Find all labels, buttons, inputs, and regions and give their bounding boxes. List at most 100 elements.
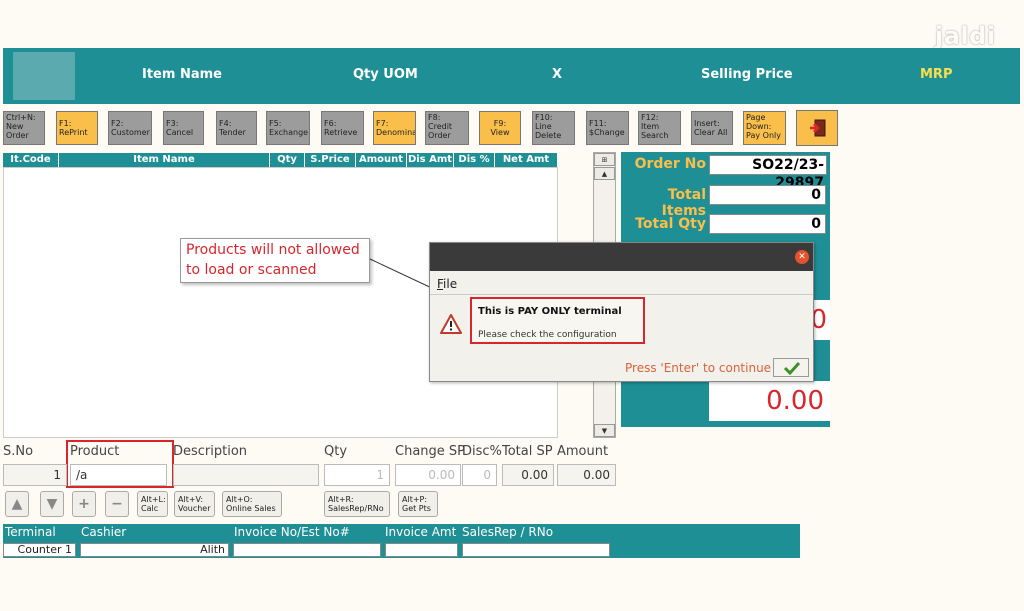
- move-down-icon[interactable]: ▼: [40, 491, 64, 517]
- key-label: Retrieve: [324, 128, 358, 137]
- col-s-price: S.Price: [305, 153, 356, 167]
- line-delete-button[interactable]: F10: Line Delete: [532, 111, 575, 145]
- key-label: Order: [428, 131, 451, 140]
- voucher-button[interactable]: Alt+V: Voucher: [174, 491, 215, 517]
- col-dis-pct: Dis %: [454, 153, 495, 167]
- btn-label: Alt+O:: [226, 495, 253, 504]
- menu-file-rest: ile: [443, 277, 458, 291]
- description-label: Description: [173, 444, 248, 459]
- qty-input[interactable]: 1: [324, 464, 390, 486]
- check-icon: [783, 361, 801, 375]
- key-label: Pay Only: [746, 131, 781, 140]
- col-amount: Amount: [356, 153, 407, 167]
- key-label: Line: [535, 122, 552, 131]
- ok-button[interactable]: [773, 358, 809, 377]
- disc-input[interactable]: 0: [462, 464, 497, 486]
- key-label: F11:: [589, 119, 607, 128]
- move-up-icon[interactable]: ▲: [5, 491, 29, 517]
- key-label: F9:: [493, 119, 507, 128]
- close-icon[interactable]: ✕: [795, 250, 809, 264]
- exchange-button[interactable]: F5: Exchange: [266, 111, 310, 145]
- description-field[interactable]: [173, 464, 319, 486]
- btn-label: Alt+L:: [141, 495, 166, 504]
- key-label: Insert:: [694, 119, 720, 128]
- key-label: New: [6, 122, 24, 131]
- get-points-button[interactable]: Alt+P: Get Pts: [398, 491, 438, 517]
- key-label: Down:: [746, 122, 772, 131]
- denomination-button[interactable]: F7: Denomina: [373, 111, 416, 145]
- btn-label: Get Pts: [402, 504, 431, 513]
- btn-label: Alt+R:: [328, 495, 354, 504]
- key-label: Order: [6, 131, 29, 140]
- key-label: RePrint: [59, 128, 88, 137]
- invoice-value: [233, 543, 381, 557]
- total-items-value: 0: [709, 185, 826, 205]
- pay-only-dialog: ✕ File This is PAY ONLY terminal Please …: [429, 242, 814, 382]
- online-sales-button[interactable]: Alt+O: Online Sales: [222, 491, 282, 517]
- cashier-label: Cashier: [81, 525, 127, 539]
- item-search-button[interactable]: F12: Item Search: [638, 111, 681, 145]
- sno-field: 1: [3, 464, 67, 486]
- scroll-down-icon[interactable]: ▼: [594, 424, 615, 437]
- customer-button[interactable]: F2: Customer: [108, 111, 152, 145]
- header-x: X: [552, 67, 563, 82]
- total-items-label: Total Items: [661, 187, 706, 219]
- total-sp-label: Total SP: [502, 444, 553, 459]
- retrieve-button[interactable]: F6: Retrieve: [321, 111, 364, 145]
- invoice-amt-label: Invoice Amt: [385, 525, 457, 539]
- header-mrp: MRP: [920, 67, 953, 82]
- key-label: Page: [746, 113, 766, 122]
- col-dis-amt: Dis Amt: [407, 153, 454, 167]
- exit-button[interactable]: [796, 110, 838, 146]
- tender-button[interactable]: F4: Tender: [216, 111, 257, 145]
- annotation-callout: Products will not allowed to load or sca…: [180, 238, 370, 283]
- btn-label: Online Sales: [226, 504, 276, 513]
- header-selling-price: Selling Price: [701, 67, 793, 82]
- salesrep-button[interactable]: Alt+R: SalesRep/RNo: [324, 491, 390, 517]
- key-label: $Change: [589, 128, 625, 137]
- change-sp-input[interactable]: 0.00: [395, 464, 461, 486]
- grid-menu-icon[interactable]: ⊞: [594, 153, 615, 166]
- view-button[interactable]: F9: View: [479, 111, 521, 145]
- key-label: F5:: [269, 119, 282, 128]
- scroll-up-icon[interactable]: ▲: [594, 167, 615, 180]
- btn-label: Voucher: [178, 504, 211, 513]
- grand-total-value: 0.00: [709, 381, 830, 421]
- dialog-title-bar: ✕: [430, 243, 813, 271]
- key-label: View: [490, 128, 510, 137]
- change-button[interactable]: F11: $Change: [586, 111, 629, 145]
- cancel-button[interactable]: F3: Cancel: [163, 111, 204, 145]
- menu-file[interactable]: File: [437, 277, 457, 291]
- credit-order-button[interactable]: F8: Credit Order: [425, 111, 469, 145]
- btn-label: Alt+P:: [402, 495, 428, 504]
- order-no-value: SO22/23-29897: [709, 155, 827, 191]
- key-label: Clear All: [694, 128, 728, 137]
- clear-all-button[interactable]: Insert: Clear All: [691, 111, 733, 145]
- exit-icon: [810, 119, 826, 137]
- calc-button[interactable]: Alt+L: Calc: [137, 491, 168, 517]
- key-label: F10:: [535, 113, 553, 122]
- cashier-value: Alith: [80, 543, 229, 557]
- btn-label: Alt+V:: [178, 495, 204, 504]
- col-qty: Qty: [270, 153, 305, 167]
- increase-qty-icon[interactable]: +: [72, 491, 96, 517]
- key-label: Delete: [535, 131, 562, 140]
- key-label: F1:: [59, 119, 72, 128]
- col-net-amt: Net Amt: [495, 153, 558, 167]
- qty-label: Qty: [324, 444, 348, 459]
- reprint-button[interactable]: F1: RePrint: [56, 111, 98, 145]
- key-label: F7:: [376, 119, 389, 128]
- pay-only-button[interactable]: Page Down: Pay Only: [743, 111, 786, 145]
- key-label: Item: [641, 122, 660, 131]
- continue-hint: Press 'Enter' to continue: [625, 361, 772, 375]
- key-label: Denomina: [376, 128, 416, 137]
- new-order-button[interactable]: Ctrl+N: New Order: [3, 111, 45, 145]
- col-it-code: It.Code: [3, 153, 59, 167]
- invoice-label: Invoice No/Est No#: [234, 525, 350, 539]
- header-qty-uom: Qty UOM: [353, 67, 418, 82]
- menu-divider: [430, 294, 813, 295]
- product-input[interactable]: /a: [70, 464, 167, 486]
- key-label: Tender: [219, 128, 246, 137]
- amount-field: 0.00: [557, 464, 616, 486]
- decrease-qty-icon[interactable]: −: [105, 491, 129, 517]
